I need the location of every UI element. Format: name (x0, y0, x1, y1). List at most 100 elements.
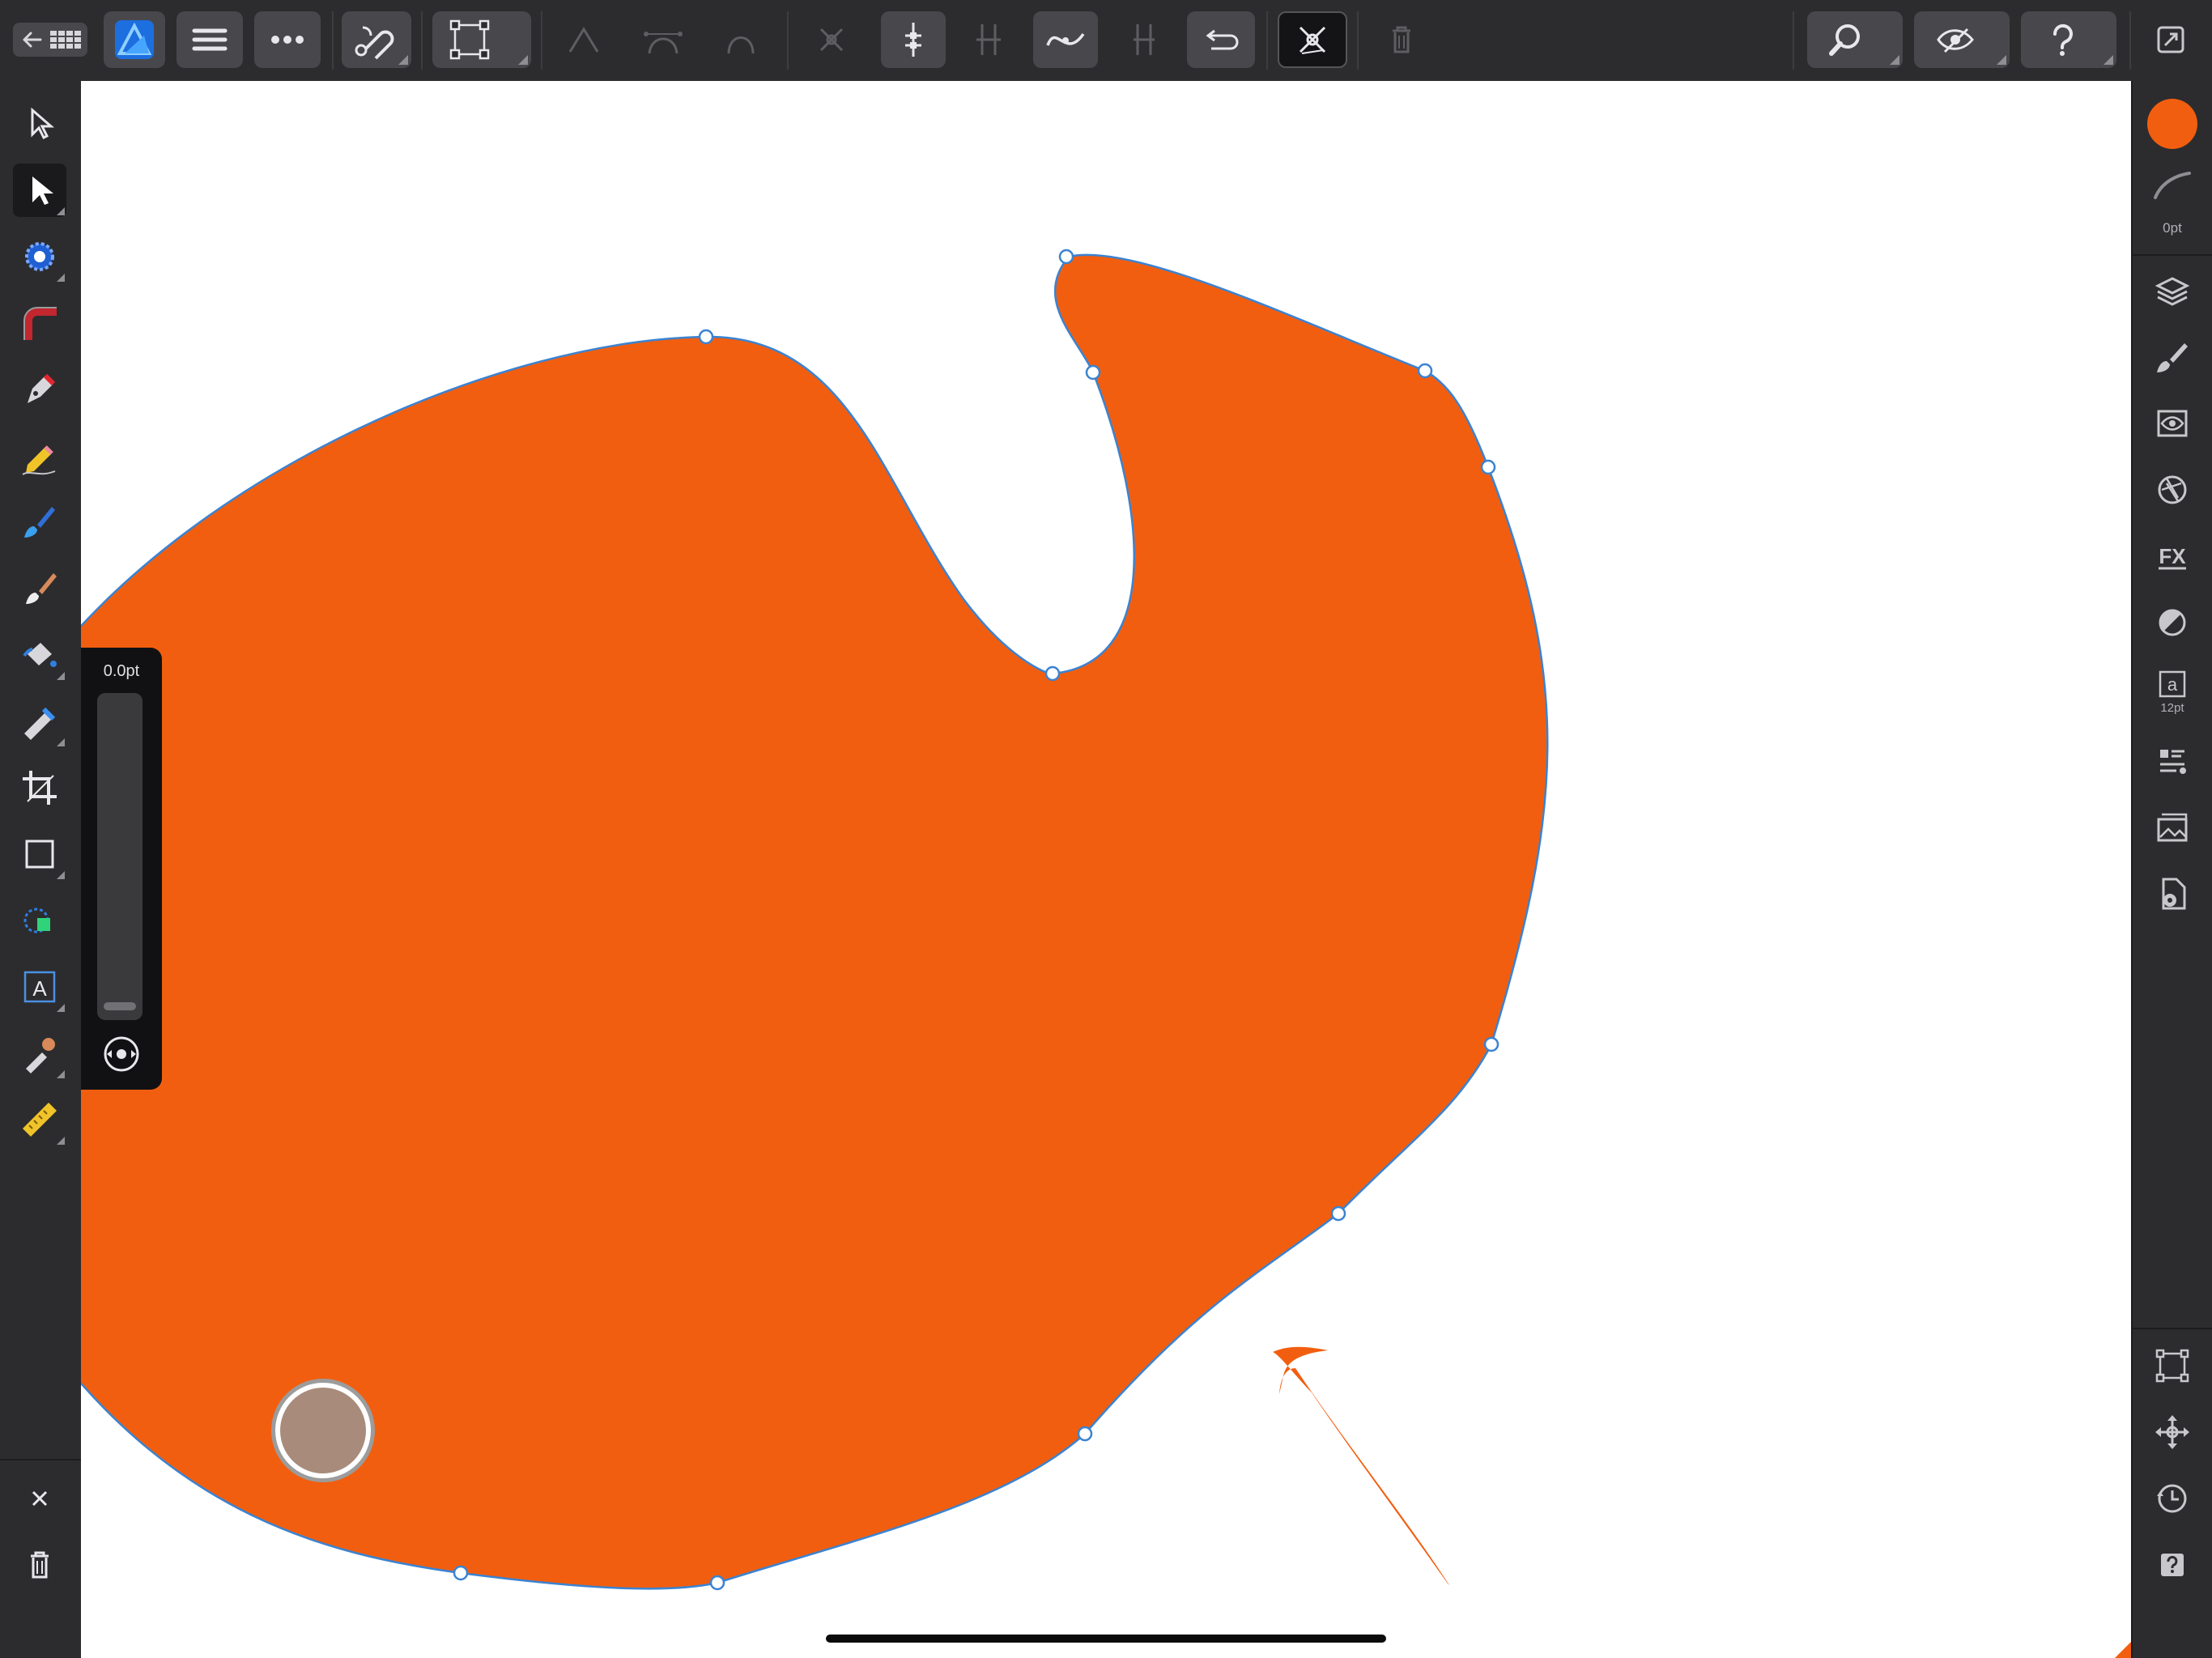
fill-swatch-icon (2147, 99, 2197, 149)
convert-node-button[interactable] (803, 11, 860, 68)
vector-brush-tool[interactable] (13, 495, 66, 549)
hamburger-icon (192, 28, 228, 51)
deselect-button[interactable] (13, 1472, 66, 1525)
top-toolbar (0, 0, 2212, 83)
help-button[interactable] (2021, 11, 2116, 68)
canvas-artwork (81, 249, 2131, 1658)
persona-designer-button[interactable] (104, 11, 165, 68)
fill-tool[interactable] (13, 628, 66, 682)
toolbar-separator (541, 11, 542, 70)
corner-marker (2115, 1642, 2131, 1658)
home-indicator (826, 1635, 1386, 1643)
text-size-label: 12pt (2160, 701, 2184, 715)
sharp-corner-button[interactable] (555, 11, 612, 68)
target-icon (25, 242, 54, 271)
bounding-box-icon (449, 19, 490, 60)
effects-studio[interactable]: FX (2146, 529, 2199, 583)
layers-icon (2155, 277, 2190, 306)
node-tool[interactable] (13, 164, 66, 217)
shape-builder-tool[interactable] (13, 894, 66, 947)
tools-divider (0, 1459, 81, 1460)
delete-button[interactable] (13, 1538, 66, 1592)
tools-panel: A (0, 81, 83, 1658)
transform-studio[interactable] (2146, 1339, 2199, 1392)
symbols-studio[interactable] (2146, 735, 2199, 789)
document-settings-studio[interactable] (2146, 868, 2199, 921)
sculpt-button[interactable] (1033, 11, 1098, 68)
window-icon (976, 24, 1001, 55)
stabilizer-rope-button[interactable] (881, 11, 946, 68)
appearance-studio[interactable] (2146, 397, 2199, 450)
pressure-value-label: 0.0pt (103, 662, 140, 680)
trash-icon (31, 1551, 49, 1579)
eye-panel-icon (2157, 410, 2188, 437)
stroke-well[interactable] (2146, 165, 2199, 206)
eyedropper-icon (26, 1038, 55, 1073)
toolbar-separator (1357, 11, 1359, 70)
curve-icon (1046, 32, 1085, 46)
zoom-button[interactable] (1807, 11, 1903, 68)
paint-brush-tool[interactable] (13, 562, 66, 615)
crop-tool[interactable] (13, 761, 66, 814)
brush-icon (24, 507, 55, 538)
corner-tool[interactable] (13, 296, 66, 350)
brush-icon (2157, 343, 2188, 372)
paint-brush-icon (26, 573, 57, 604)
smooth-node-icon (644, 32, 683, 54)
adjustments-studio[interactable] (2146, 463, 2199, 517)
transparency-tool[interactable] (13, 695, 66, 748)
text-tool[interactable]: A (13, 960, 66, 1014)
pressure-panel: 0.0pt (81, 648, 162, 1090)
canvas[interactable] (81, 81, 2131, 1658)
layers-studio[interactable] (2146, 264, 2199, 317)
assets-studio[interactable] (2146, 801, 2199, 855)
smart-node-button[interactable] (713, 11, 769, 68)
transform-mode-button[interactable] (432, 11, 531, 68)
menu-button[interactable] (177, 11, 243, 68)
brushes-studio[interactable] (2146, 330, 2199, 384)
pressure-slider-thumb[interactable] (104, 1002, 136, 1010)
pencil-tool[interactable] (13, 429, 66, 483)
node-square-icon (2155, 1349, 2189, 1383)
gradient-icon (24, 707, 56, 740)
history-studio[interactable] (2146, 1472, 2199, 1525)
fx-icon: FX (2159, 544, 2186, 570)
snapping-button[interactable] (342, 11, 411, 68)
pressure-button[interactable] (1278, 11, 1347, 68)
color-picker-tool[interactable] (13, 1027, 66, 1080)
pencil-stroke (1273, 1346, 1449, 1585)
move-tool[interactable] (13, 97, 66, 151)
delete-node-button[interactable] (1373, 11, 1430, 68)
stabilizer-window-button[interactable] (960, 11, 1017, 68)
corner-icon (23, 307, 57, 340)
pressure-icon (1299, 26, 1326, 54)
back-to-documents-button[interactable] (11, 11, 89, 68)
close-curve-button[interactable] (1187, 11, 1255, 68)
toolbar-separator (787, 11, 789, 70)
pen-tool[interactable] (13, 363, 66, 416)
styles-studio[interactable] (2146, 596, 2199, 649)
pressure-slider[interactable] (97, 693, 143, 1020)
toolbar-separator (421, 11, 423, 70)
list-icon (2160, 750, 2186, 774)
fill-color-well[interactable] (2146, 97, 2199, 151)
studio-divider (2133, 254, 2212, 256)
point-transform-tool[interactable] (13, 230, 66, 283)
align-button[interactable] (1116, 11, 1172, 68)
studio-divider (2133, 1328, 2212, 1329)
rectangle-tool[interactable] (13, 827, 66, 881)
close-curve-icon (1206, 29, 1239, 50)
smooth-node-button[interactable] (635, 11, 691, 68)
view-mode-button[interactable] (1914, 11, 2010, 68)
help-studio[interactable] (2146, 1538, 2199, 1592)
more-button[interactable] (254, 11, 321, 68)
measure-tool[interactable] (13, 1093, 66, 1146)
style-icon (2159, 609, 2186, 636)
export-button[interactable] (2141, 11, 2201, 68)
navigator-studio[interactable] (2146, 1405, 2199, 1459)
image-stack-icon (2157, 813, 2188, 842)
stroke-width-label: 0pt (2163, 220, 2182, 236)
pressure-mode-button[interactable] (100, 1033, 143, 1075)
toolbar-separator (2129, 11, 2131, 70)
pressure-toggle-icon (104, 1036, 139, 1072)
